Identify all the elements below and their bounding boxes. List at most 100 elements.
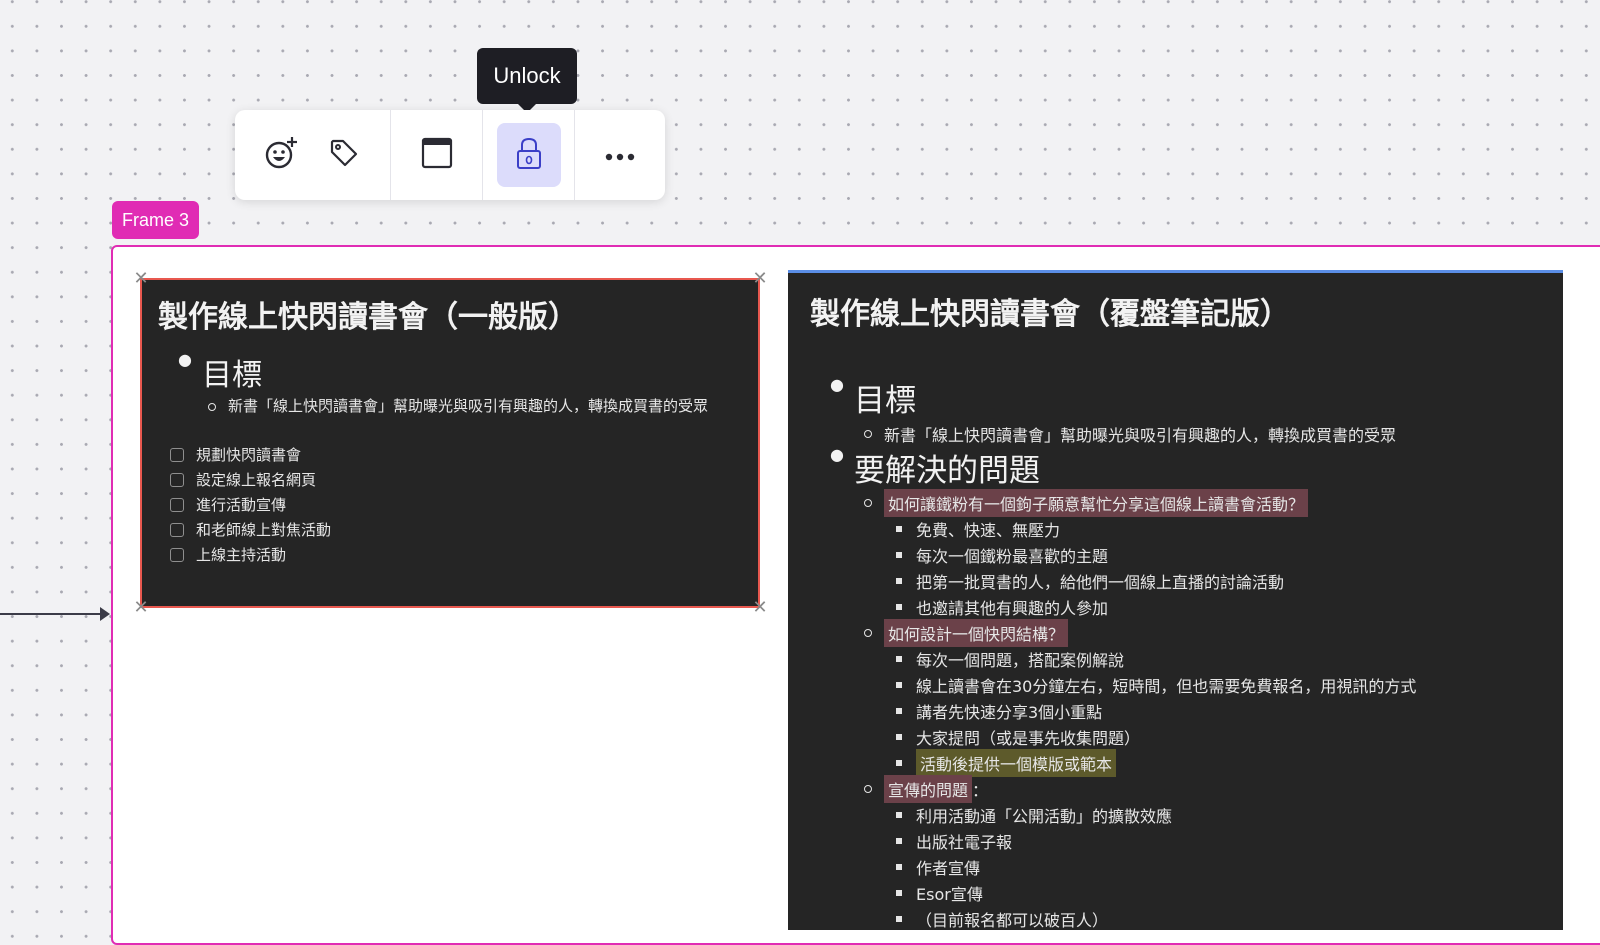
list-item: 大家提問（或是事先收集問題）	[896, 724, 1140, 750]
square-bullet-icon	[896, 760, 902, 766]
card2-question-3: 宣傳的問題：	[864, 775, 989, 803]
object-toolbar	[235, 110, 665, 200]
list-item: 每次一個鐵粉最喜歡的主題	[896, 542, 1108, 568]
connector-line[interactable]	[0, 613, 104, 615]
card1-heading-goal: ● 目標	[178, 350, 262, 394]
checkbox[interactable]	[170, 547, 184, 562]
toolbar-group-reactions	[235, 110, 390, 200]
frame-label-text: Frame 3	[121, 209, 190, 230]
card1-title: 製作線上快閃讀書會（一般版）	[158, 300, 578, 335]
question-3-text: 宣傳的問題	[884, 775, 973, 803]
question-1-text: 如何讓鐵粉有一個鉤子願意幫忙分享這個線上讀書會活動？	[884, 489, 1309, 517]
list-item-text: 出版社電子報	[916, 833, 1013, 852]
bullet-icon: ●	[830, 445, 844, 464]
tag-button[interactable]	[320, 131, 368, 179]
circle-bullet-icon	[864, 785, 872, 793]
lock-icon	[515, 136, 543, 174]
square-bullet-icon	[896, 656, 902, 662]
todo-item: 規劃快閃讀書會	[170, 442, 331, 467]
card-view-button[interactable]	[413, 131, 461, 179]
square-bullet-icon	[896, 552, 902, 558]
frame-label[interactable]: Frame 3	[112, 201, 199, 239]
list-item-highlighted: 活動後提供一個模版或範本	[896, 749, 1117, 777]
card1-heading-text: 目標	[201, 358, 262, 393]
todo-text: 設定線上報名網頁	[196, 471, 317, 489]
more-icon	[605, 146, 635, 165]
list-item-text: 免費、快速、無壓力	[916, 521, 1061, 540]
card2-heading-goal-text: 目標	[853, 383, 916, 419]
card2-question-2: 如何設計一個快閃結構？	[864, 619, 1069, 647]
list-item: 作者宣傳	[896, 854, 980, 880]
list-item: 把第一批買書的人，給他們一個線上直播的討論活動	[896, 568, 1284, 594]
question-2-text: 如何設計一個快閃結構？	[884, 619, 1069, 647]
list-item: 出版社電子報	[896, 828, 1012, 854]
todo-item: 和老師線上對焦活動	[170, 517, 331, 542]
list-item-text: （目前報名都可以破百人）	[916, 911, 1109, 930]
todo-item: 進行活動宣傳	[170, 492, 331, 517]
list-item: Esor宣傳	[896, 880, 983, 906]
todo-text: 上線主持活動	[196, 546, 287, 564]
todo-text: 進行活動宣傳	[196, 496, 287, 514]
circle-bullet-icon	[864, 629, 872, 637]
checkbox[interactable]	[170, 522, 184, 537]
tag-icon	[328, 137, 360, 173]
card-review-notes-version[interactable]: 製作線上快閃讀書會（覆盤筆記版） ● 目標 新書「線上快閃讀書會」幫助曝光與吸引有…	[788, 270, 1563, 930]
more-options-button[interactable]	[596, 131, 644, 179]
card2-heading-problems: ● 要解決的問題	[830, 445, 1040, 490]
unlock-tooltip: Unlock	[477, 48, 577, 113]
list-item: 每次一個問題，搭配案例解說	[896, 646, 1124, 672]
square-bullet-icon	[896, 708, 902, 714]
square-bullet-icon	[896, 890, 902, 896]
bullet-icon: ●	[830, 375, 844, 394]
list-item: 也邀請其他有興趣的人參加	[896, 594, 1108, 620]
circle-bullet-icon	[864, 499, 872, 507]
checkbox[interactable]	[170, 472, 184, 487]
square-bullet-icon	[896, 604, 902, 610]
list-item-text: 活動後提供一個模版或範本	[916, 749, 1117, 777]
card2-heading-goal: ● 目標	[830, 375, 916, 420]
card2-heading-problems-text: 要解決的問題	[853, 453, 1040, 489]
list-item-text: 作者宣傳	[916, 859, 981, 878]
todo-text: 和老師線上對焦活動	[196, 521, 332, 539]
checkbox[interactable]	[170, 497, 184, 512]
toolbar-group-view	[390, 110, 482, 200]
add-reaction-icon	[264, 135, 300, 175]
square-bullet-icon	[896, 682, 902, 688]
list-item: 免費、快速、無壓力	[896, 516, 1060, 542]
connector-arrowhead	[100, 607, 110, 621]
card-view-icon	[421, 137, 453, 173]
list-item-text: 線上讀書會在30分鐘左右，短時間，但也需要免費報名，用視訊的方式	[916, 677, 1417, 696]
circle-bullet-icon	[208, 402, 216, 411]
resize-handle-bottom-left[interactable]: ✕	[132, 599, 150, 617]
list-item-text: 大家提問（或是事先收集問題）	[916, 729, 1141, 748]
todo-item: 上線主持活動	[170, 542, 331, 567]
toolbar-group-more	[574, 110, 665, 200]
card-general-version[interactable]: 製作線上快閃讀書會（一般版） ● 目標 新書「線上快閃讀書會」幫助曝光與吸引有興趣…	[140, 278, 760, 608]
list-item-text: 每次一個鐵粉最喜歡的主題	[916, 547, 1109, 566]
card1-goal-item: 新書「線上快閃讀書會」幫助曝光與吸引有興趣的人，轉換成買書的受眾	[208, 395, 708, 416]
square-bullet-icon	[896, 526, 902, 532]
list-item: 線上讀書會在30分鐘左右，短時間，但也需要免費報名，用視訊的方式	[896, 672, 1416, 698]
card2-goal-text: 新書「線上快閃讀書會」幫助曝光與吸引有興趣的人，轉換成買書的受眾	[884, 426, 1397, 445]
card2-title: 製作線上快閃讀書會（覆盤筆記版）	[810, 297, 1290, 332]
square-bullet-icon	[896, 812, 902, 818]
square-bullet-icon	[896, 916, 902, 922]
resize-handle-top-right[interactable]: ✕	[751, 270, 769, 288]
square-bullet-icon	[896, 578, 902, 584]
list-item-text: 利用活動通「公開活動」的擴散效應	[916, 807, 1173, 826]
unlock-button[interactable]	[496, 123, 561, 187]
todo-list: 規劃快閃讀書會 設定線上報名網頁 進行活動宣傳 和老師線上對焦活動 上線主持活動	[170, 442, 331, 567]
circle-bullet-icon	[864, 430, 872, 438]
list-item-text: 每次一個問題，搭配案例解說	[916, 651, 1125, 670]
list-item-text: 也邀請其他有興趣的人參加	[916, 599, 1109, 618]
list-item: 講者先快速分享3個小重點	[896, 698, 1102, 724]
resize-handle-top-left[interactable]: ✕	[132, 270, 150, 288]
todo-item: 設定線上報名網頁	[170, 467, 331, 492]
list-item: （目前報名都可以破百人）	[896, 906, 1108, 930]
add-reaction-button[interactable]	[258, 131, 306, 179]
checkbox[interactable]	[170, 447, 184, 462]
resize-handle-bottom-right[interactable]: ✕	[751, 599, 769, 617]
question-3-suffix: ：	[972, 781, 989, 800]
todo-text: 規劃快閃讀書會	[196, 446, 302, 464]
square-bullet-icon	[896, 734, 902, 740]
